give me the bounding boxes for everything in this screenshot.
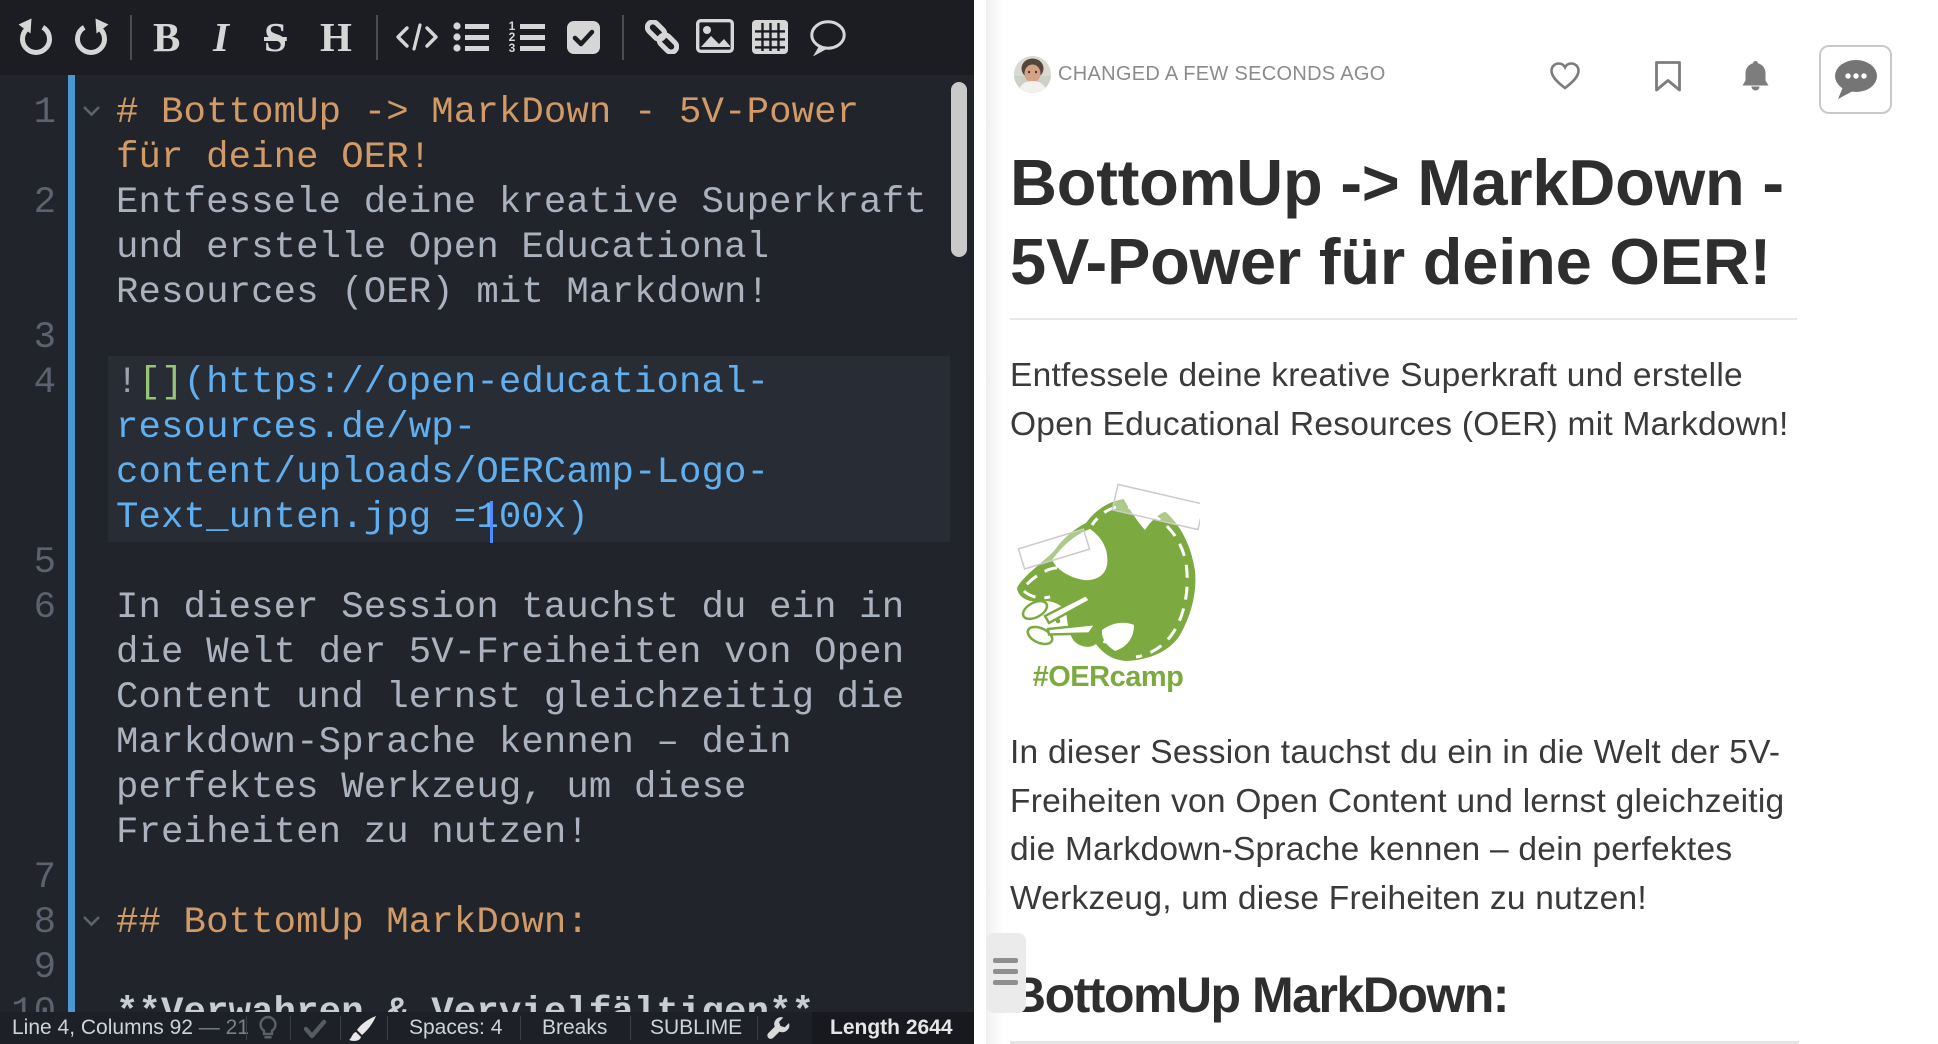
svg-text:3: 3 bbox=[509, 41, 516, 53]
